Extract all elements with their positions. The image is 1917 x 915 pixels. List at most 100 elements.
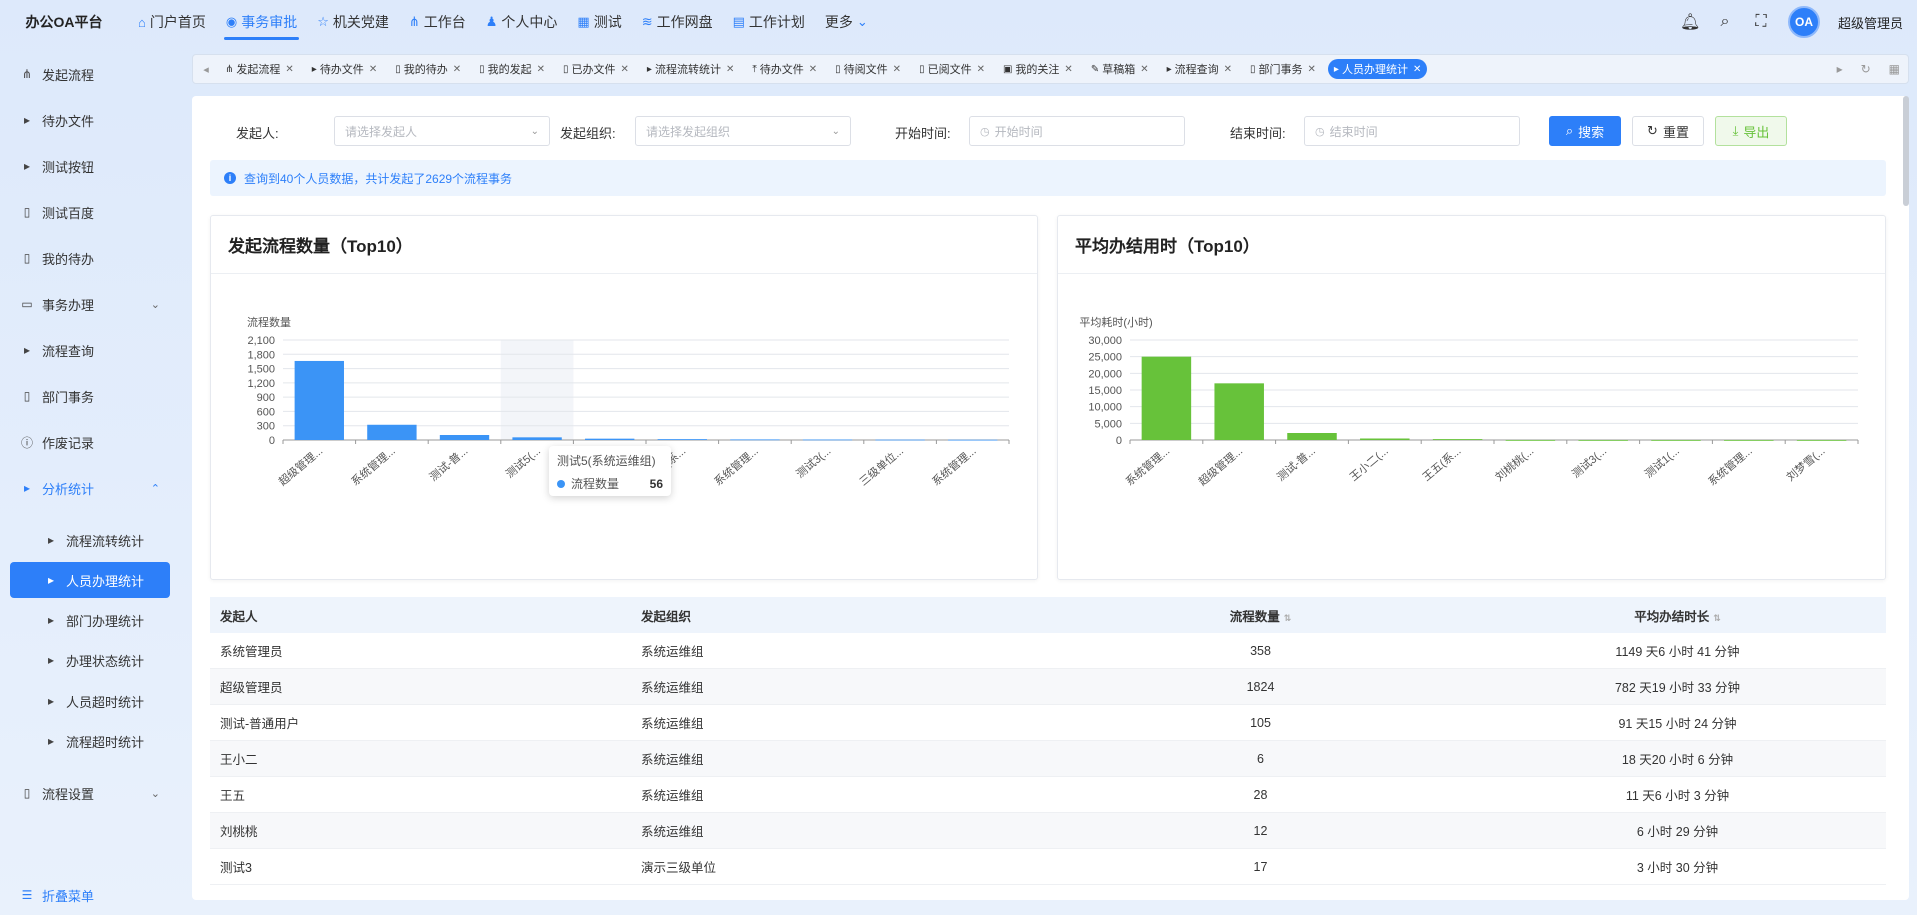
x-tick-label: 刘梦雪(... bbox=[1784, 444, 1827, 483]
tab-read-files[interactable]: ▯ 已阅文件 ✕ bbox=[913, 59, 991, 79]
tooltip-value: 56 bbox=[649, 476, 663, 491]
nav-work-disk[interactable]: ≋ 工作网盘 bbox=[632, 0, 723, 44]
search-button[interactable]: ⌕ 搜索 bbox=[1549, 116, 1621, 146]
tab-drafts[interactable]: ✎ 草稿箱 ✕ bbox=[1085, 59, 1155, 79]
tab-label: 待办文件 bbox=[759, 64, 804, 76]
initiator-select[interactable]: 请选择发起人 ⌄ bbox=[334, 116, 550, 146]
sidebar-item-dept-affairs[interactable]: ▯ 部门事务 bbox=[10, 378, 170, 414]
close-icon[interactable]: ✕ bbox=[977, 64, 985, 75]
tab-start-process[interactable]: ⋔ 发起流程 ✕ bbox=[219, 59, 300, 79]
x-tick-label: 系统管理... bbox=[711, 444, 761, 489]
tab-todo-files[interactable]: ▸ 待办文件 ✕ bbox=[306, 59, 383, 79]
tab-label: 我的发起 bbox=[487, 64, 532, 76]
x-tick-label: 超级管理... bbox=[1195, 444, 1245, 489]
sidebar-item-status-stats[interactable]: ▸ 办理状态统计 bbox=[10, 642, 170, 678]
nav-portal-home[interactable]: ⌂ 门户首页 bbox=[128, 0, 216, 44]
tab-dept-affairs[interactable]: ▯ 部门事务 ✕ bbox=[1244, 59, 1322, 79]
close-icon[interactable]: ✕ bbox=[369, 64, 377, 75]
sidebar-item-flow-timeout-stats[interactable]: ▸ 流程超时统计 bbox=[10, 723, 170, 759]
sidebar-item-void-records[interactable]: ⓘ 作废记录 bbox=[10, 424, 170, 460]
close-icon[interactable]: ✕ bbox=[537, 64, 545, 75]
table-row[interactable]: 系统管理员 系统运维组 358 1149 天6 小时 41 分钟 bbox=[210, 633, 1886, 669]
search-icon[interactable]: ⌕ bbox=[1716, 13, 1734, 31]
bar bbox=[585, 438, 635, 440]
collapse-menu-button[interactable]: ☰ 折叠菜单 bbox=[10, 877, 170, 913]
org-select[interactable]: 请选择发起组织 ⌄ bbox=[635, 116, 851, 146]
caret-right-icon: ▸ bbox=[47, 734, 55, 748]
table-cell: 系统运维组 bbox=[641, 789, 704, 803]
sidebar-item-affairs-handling[interactable]: ▭ 事务办理 ⌄ bbox=[10, 286, 170, 322]
sidebar-item-dept-handling-stats[interactable]: ▸ 部门办理统计 bbox=[10, 602, 170, 638]
tab-process-query[interactable]: ▸ 流程查询 ✕ bbox=[1161, 59, 1238, 79]
close-icon[interactable]: ✕ bbox=[1140, 64, 1148, 75]
close-icon[interactable]: ✕ bbox=[285, 64, 293, 75]
sidebar-item-analytics[interactable]: ▸ 分析统计 ⌃ bbox=[10, 470, 170, 506]
tab-person-handling-stats[interactable]: ▸ 人员办理统计 ✕ bbox=[1327, 59, 1428, 79]
close-icon[interactable]: ✕ bbox=[1224, 64, 1232, 75]
export-button[interactable]: ⤓ 导出 bbox=[1715, 116, 1787, 146]
end-time-picker[interactable]: ◷ 结束时间 bbox=[1304, 116, 1520, 146]
fullscreen-icon[interactable]: ⛶ bbox=[1752, 13, 1770, 31]
nav-work-plan[interactable]: ▤ 工作计划 bbox=[723, 0, 815, 44]
chart-card-avg-duration: 平均办结用时（Top10） 平均耗时(小时) 0 5,000 10,000 15,000… bbox=[1057, 215, 1886, 580]
caret-right-icon: ▸ bbox=[23, 481, 31, 495]
nav-personal-center[interactable]: ♟ 个人中心 bbox=[476, 0, 568, 44]
caret-right-icon: ▸ bbox=[1166, 63, 1172, 75]
nav-test[interactable]: ▦ 测试 bbox=[567, 0, 631, 44]
tab-scroll-right-icon[interactable]: ▸ bbox=[1837, 62, 1843, 76]
scrollbar[interactable] bbox=[1903, 96, 1909, 206]
close-icon[interactable]: ✕ bbox=[1064, 64, 1072, 75]
sidebar-item-flow-transfer-stats[interactable]: ▸ 流程流转统计 bbox=[10, 522, 170, 558]
download-icon: ⤓ bbox=[1732, 123, 1739, 138]
grid-icon[interactable]: ▦ bbox=[1889, 62, 1900, 76]
start-time-picker[interactable]: ◷ 开始时间 bbox=[969, 116, 1185, 146]
info-text: 查询到40个人员数据，共计发起了2629个流程事务 bbox=[244, 171, 513, 186]
nav-workbench[interactable]: ⋔ 工作台 bbox=[399, 0, 476, 44]
close-icon[interactable]: ✕ bbox=[726, 64, 734, 75]
tab-todo-files-2[interactable]: ⤒ 待办文件 ✕ bbox=[746, 59, 823, 79]
tab-flow-transfer-stats[interactable]: ▸ 流程流转统计 ✕ bbox=[641, 59, 740, 79]
table-row[interactable]: 超级管理员 系统运维组 1824 782 天19 小时 33 分钟 bbox=[210, 669, 1886, 705]
table-row[interactable]: 王五 系统运维组 28 11 天6 小时 3 分钟 bbox=[210, 777, 1886, 813]
avatar[interactable]: OA bbox=[1787, 6, 1820, 38]
table-row[interactable]: 测试3 演示三级单位 17 3 小时 30 分钟 bbox=[210, 849, 1886, 885]
close-icon[interactable]: ✕ bbox=[453, 64, 461, 75]
bell-icon[interactable]: 🔔︎ bbox=[1680, 12, 1700, 32]
close-icon[interactable]: ✕ bbox=[809, 64, 817, 75]
sort-icon[interactable]: ⇅ bbox=[1713, 613, 1721, 623]
tab-to-read-files[interactable]: ▯ 待阅文件 ✕ bbox=[829, 59, 907, 79]
col-count[interactable]: 流程数量 ⇅ bbox=[1052, 606, 1469, 625]
close-icon[interactable]: ✕ bbox=[1413, 64, 1421, 75]
sidebar-item-process-query[interactable]: ▸ 流程查询 bbox=[10, 332, 170, 368]
document-icon: ▯ bbox=[23, 389, 31, 403]
sidebar-item-process-settings[interactable]: ▯ 流程设置 ⌄ bbox=[10, 775, 170, 811]
close-icon[interactable]: ✕ bbox=[621, 64, 629, 75]
sidebar-item-start-process[interactable]: ⋔ 发起流程 bbox=[10, 56, 170, 92]
col-avg-duration[interactable]: 平均办结时长 ⇅ bbox=[1469, 606, 1886, 625]
tooltip-title: 测试5(系统运维组) bbox=[557, 454, 656, 468]
nav-more[interactable]: 更多 ⌄ bbox=[815, 0, 878, 44]
sidebar-item-test-baidu[interactable]: ▯ 测试百度 bbox=[10, 194, 170, 230]
tab-done-files[interactable]: ▯ 已办文件 ✕ bbox=[557, 59, 635, 79]
tab-my-initiated[interactable]: ▯ 我的发起 ✕ bbox=[473, 59, 551, 79]
tab-my-follow[interactable]: ▣ 我的关注 ✕ bbox=[997, 59, 1079, 79]
tab-my-todo[interactable]: ▯ 我的待办 ✕ bbox=[389, 59, 467, 79]
table-row[interactable]: 王小二 系统运维组 6 18 天20 小时 6 分钟 bbox=[210, 741, 1886, 777]
username[interactable]: 超级管理员 bbox=[1838, 13, 1903, 32]
nav-party-building[interactable]: ☆ 机关党建 bbox=[307, 0, 399, 44]
sidebar-item-person-timeout-stats[interactable]: ▸ 人员超时统计 bbox=[10, 683, 170, 719]
sidebar-item-my-todo[interactable]: ▯ 我的待办 bbox=[10, 240, 170, 276]
reset-button[interactable]: ↻ 重置 bbox=[1632, 116, 1704, 146]
close-icon[interactable]: ✕ bbox=[1308, 64, 1316, 75]
sidebar-item-test-button[interactable]: ▸ 测试按钮 bbox=[10, 148, 170, 184]
table-row[interactable]: 测试-普通用户 系统运维组 105 91 天15 小时 24 分钟 bbox=[210, 705, 1886, 741]
refresh-icon[interactable]: ↻ bbox=[1861, 62, 1871, 76]
sidebar-item-todo-files[interactable]: ▸ 待办文件 bbox=[10, 102, 170, 138]
close-icon[interactable]: ✕ bbox=[893, 64, 901, 75]
sidebar-item-person-handling-stats[interactable]: ▸ 人员办理统计 bbox=[10, 562, 170, 598]
stats-table: 发起人 发起组织 流程数量 ⇅ 平均办结时长 ⇅ 系统管理员 系统运维组 358 1149… bbox=[210, 597, 1886, 885]
tab-scroll-left-icon[interactable]: ◂ bbox=[193, 63, 219, 76]
sort-icon[interactable]: ⇅ bbox=[1284, 613, 1292, 623]
nav-affairs-approval[interactable]: ◉ 事务审批 bbox=[216, 0, 307, 44]
table-row[interactable]: 刘桃桃 系统运维组 12 6 小时 29 分钟 bbox=[210, 813, 1886, 849]
